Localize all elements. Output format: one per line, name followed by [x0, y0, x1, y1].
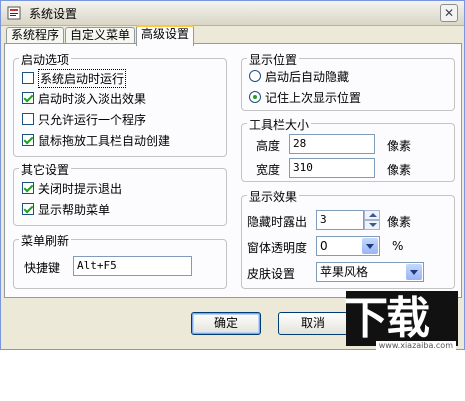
tab-label: 系统程序: [11, 28, 60, 42]
height-unit: 像素: [387, 139, 412, 153]
close-icon: ✕: [443, 6, 455, 20]
skin-value: 苹果风格: [320, 265, 369, 279]
spin-up-icon[interactable]: [364, 210, 380, 220]
ok-button[interactable]: 确定: [191, 312, 261, 335]
tab-label: 高级设置: [141, 27, 190, 41]
menu-refresh-group: 菜单刷新 快捷键 Alt+F5: [13, 232, 227, 289]
toolbar-size-group: 工具栏大小 高度 28 像素 宽度 310 像素: [241, 116, 455, 182]
checkbox[interactable]: [22, 203, 34, 215]
radio-button[interactable]: [249, 70, 261, 82]
group-legend: 启动选项: [19, 51, 72, 68]
skin-select[interactable]: 苹果风格: [316, 262, 424, 282]
hotkey-label: 快捷键: [24, 261, 61, 275]
checkbox-label: 关闭时提示退出: [38, 181, 123, 196]
checkbox-label: 只允许运行一个程序: [38, 112, 147, 127]
chevron-down-icon[interactable]: [406, 264, 422, 280]
startup-options-group: 启动选项 系统启动时运行 启动时淡入淡出效果 只允许运行一个程序 鼠标拖放工具栏…: [13, 51, 227, 157]
width-unit: 像素: [387, 163, 412, 177]
checkbox-fade-effect[interactable]: 启动时淡入淡出效果: [22, 90, 146, 106]
checkbox[interactable]: [22, 113, 34, 125]
checkbox[interactable]: [22, 134, 34, 146]
other-settings-group: 其它设置 关闭时提示退出 显示帮助菜单: [13, 161, 227, 226]
checkbox-label: 启动时淡入淡出效果: [38, 91, 147, 106]
tab-custom-menu[interactable]: 自定义菜单: [65, 27, 136, 44]
watermark: 下载吧 www.xiazaiba.com: [344, 289, 464, 399]
opacity-unit: %: [392, 239, 404, 253]
settings-window: 系统设置 ✕ 系统程序 自定义菜单 高级设置 启动选项 系统启动时运行 启动时淡…: [0, 0, 465, 399]
width-input[interactable]: 310: [289, 158, 375, 178]
display-effect-group: 显示效果 隐藏时露出 3 像素 窗体透明度 0 % 皮肤设置 苹果风格: [241, 188, 455, 289]
group-legend: 显示效果: [247, 188, 300, 205]
height-label: 高度: [256, 139, 281, 153]
hide-reveal-label: 隐藏时露出: [247, 215, 308, 229]
title-bar[interactable]: 系统设置 ✕: [1, 1, 464, 26]
skin-label: 皮肤设置: [247, 267, 296, 281]
radio-button[interactable]: [249, 91, 261, 103]
checkbox[interactable]: [22, 92, 34, 104]
chevron-down-icon[interactable]: [362, 238, 378, 254]
close-button[interactable]: ✕: [440, 4, 458, 22]
tab-advanced-settings[interactable]: 高级设置: [136, 25, 195, 46]
hide-reveal-input[interactable]: 3: [316, 210, 364, 230]
checkbox-confirm-exit[interactable]: 关闭时提示退出: [22, 180, 122, 196]
checkbox-label: 显示帮助菜单: [38, 202, 111, 217]
window-title: 系统设置: [29, 7, 78, 21]
hide-reveal-unit: 像素: [387, 215, 412, 229]
advanced-settings-panel: 启动选项 系统启动时运行 启动时淡入淡出效果 只允许运行一个程序 鼠标拖放工具栏…: [4, 43, 462, 298]
group-legend: 工具栏大小: [247, 116, 312, 133]
group-legend: 其它设置: [19, 161, 72, 178]
checkbox-run-at-startup[interactable]: 系统启动时运行: [22, 68, 127, 88]
opacity-value: 0: [320, 239, 328, 253]
radio-label: 记住上次显示位置: [265, 90, 362, 105]
hotkey-input[interactable]: Alt+F5: [73, 256, 192, 276]
display-position-group: 显示位置 启动后自动隐藏 记住上次显示位置: [241, 51, 455, 111]
spin-down-icon[interactable]: [364, 220, 380, 230]
radio-auto-hide[interactable]: 启动后自动隐藏: [249, 68, 349, 84]
height-input[interactable]: 28: [289, 134, 375, 154]
radio-label: 启动后自动隐藏: [265, 69, 350, 84]
checkbox[interactable]: [22, 72, 34, 84]
opacity-select[interactable]: 0: [316, 236, 380, 256]
checkbox-show-help-menu[interactable]: 显示帮助菜单: [22, 201, 110, 217]
app-icon: [7, 6, 21, 20]
group-legend: 菜单刷新: [19, 232, 72, 249]
watermark-url: www.xiazaiba.com: [375, 341, 456, 350]
checkbox[interactable]: [22, 182, 34, 194]
tab-label: 自定义菜单: [70, 28, 131, 42]
hide-reveal-spinner[interactable]: [364, 210, 380, 230]
checkbox-label: 鼠标拖放工具栏自动创建: [38, 133, 171, 148]
checkbox-single-instance[interactable]: 只允许运行一个程序: [22, 111, 146, 127]
group-legend: 显示位置: [247, 51, 300, 68]
width-label: 宽度: [256, 163, 281, 177]
cancel-button[interactable]: 取消: [278, 312, 348, 335]
checkbox-drag-create-toolbar[interactable]: 鼠标拖放工具栏自动创建: [22, 132, 170, 148]
checkbox-label: 系统启动时运行: [38, 68, 127, 88]
tab-system-programs[interactable]: 系统程序: [6, 27, 65, 44]
radio-remember-position[interactable]: 记住上次显示位置: [249, 89, 361, 105]
opacity-label: 窗体透明度: [247, 241, 308, 255]
